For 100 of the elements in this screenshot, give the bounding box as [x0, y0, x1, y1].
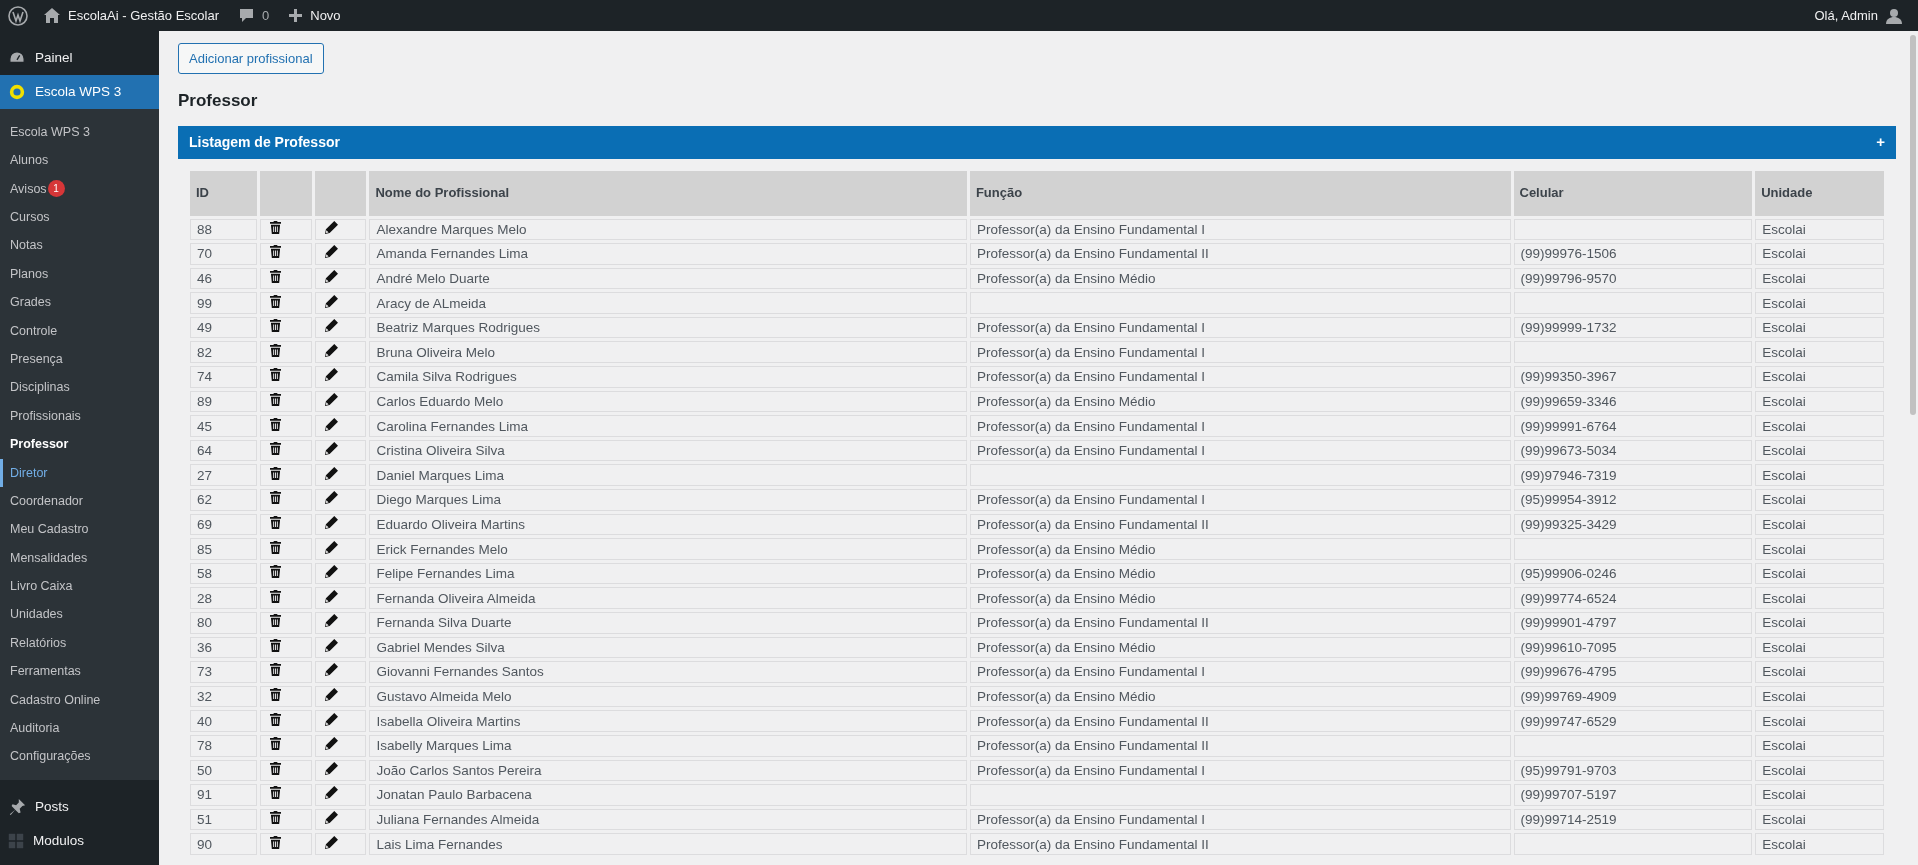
pencil-icon[interactable] [324, 761, 338, 775]
trash-icon[interactable] [270, 220, 282, 234]
pencil-icon[interactable] [324, 614, 338, 628]
pencil-icon[interactable] [324, 466, 338, 480]
expand-toggle[interactable]: + [1876, 130, 1885, 154]
pencil-icon[interactable] [324, 442, 338, 456]
pencil-icon[interactable] [324, 319, 338, 333]
pencil-icon[interactable] [324, 712, 338, 726]
plus-icon[interactable] [289, 9, 303, 22]
add-professional-button[interactable]: Adicionar profissional [178, 43, 324, 74]
trash-icon[interactable] [270, 392, 282, 406]
wordpress-logo-icon[interactable] [8, 5, 28, 26]
pencil-icon[interactable] [324, 811, 338, 825]
trash-icon[interactable] [270, 712, 282, 726]
pencil-icon[interactable] [324, 638, 338, 652]
trash-icon[interactable] [270, 786, 282, 800]
trash-icon[interactable] [270, 663, 282, 677]
table-cell: Escolai [1755, 661, 1884, 683]
pencil-icon[interactable] [324, 565, 338, 579]
table-cell: (99)99991-6764 [1513, 415, 1753, 437]
table-cell: Professor(a) da Ensino Fundamental II [969, 710, 1511, 732]
submenu-item[interactable]: Planos [0, 259, 159, 289]
pencil-icon[interactable] [324, 515, 338, 529]
table-cell: (99)99714-2519 [1513, 808, 1753, 831]
trash-icon[interactable] [270, 515, 282, 529]
submenu-item[interactable]: Presença [0, 345, 159, 374]
pencil-icon[interactable] [324, 688, 338, 702]
site-title-link[interactable]: EscolaAi - Gestão Escolar [68, 5, 219, 26]
submenu-item[interactable]: Escola WPS 3 [0, 118, 159, 147]
submenu-item[interactable]: Configurações [0, 742, 159, 771]
submenu-item[interactable]: Profissionais [0, 401, 159, 431]
submenu-item[interactable]: Cadastro Online [0, 685, 159, 715]
new-link[interactable]: Novo [310, 5, 341, 26]
trash-icon[interactable] [270, 589, 282, 603]
pencil-icon[interactable] [324, 417, 338, 431]
pencil-icon[interactable] [324, 220, 338, 234]
submenu-item[interactable]: Alunos [0, 146, 159, 175]
trash-icon[interactable] [270, 565, 282, 579]
sidebar-menu-item[interactable]: Posts [0, 790, 159, 824]
trash-icon[interactable] [270, 638, 282, 652]
trash-icon[interactable] [270, 737, 282, 751]
trash-icon[interactable] [270, 835, 282, 849]
submenu-item[interactable]: Grades [0, 288, 159, 317]
pencil-icon[interactable] [324, 786, 338, 800]
submenu-item[interactable]: Notas [0, 231, 159, 260]
table-cell: Escolai [1755, 243, 1884, 265]
pencil-icon[interactable] [324, 540, 338, 554]
submenu-item[interactable]: Unidades [0, 600, 159, 630]
sidebar-menu-item[interactable]: Escola WPS 3 [0, 75, 159, 109]
sidebar-menu-item[interactable]: Modulos [0, 824, 159, 858]
trash-icon[interactable] [270, 270, 282, 283]
trash-icon[interactable] [270, 417, 282, 431]
trash-icon[interactable] [270, 540, 282, 554]
pencil-icon[interactable] [324, 737, 338, 751]
pencil-icon[interactable] [324, 343, 338, 357]
trash-icon[interactable] [270, 811, 282, 825]
submenu-item[interactable]: Controle [0, 316, 159, 346]
pencil-icon[interactable] [324, 368, 338, 382]
submenu-item[interactable]: Disciplinas [0, 373, 159, 402]
table-cell: (99)99796-9570 [1513, 267, 1753, 290]
pencil-icon[interactable] [324, 835, 338, 849]
submenu-item[interactable]: Relatórios [0, 629, 159, 658]
trash-icon[interactable] [270, 614, 282, 628]
trash-icon[interactable] [270, 245, 282, 259]
submenu-item[interactable]: Cursos [0, 203, 159, 232]
submenu-item[interactable]: Meu Cadastro [0, 515, 159, 544]
greeting-link[interactable]: Olá, Admin [1814, 5, 1878, 26]
table-cell: 28 [190, 587, 258, 609]
trash-icon[interactable] [270, 368, 282, 382]
submenu-item[interactable]: Avisos 1 [0, 174, 159, 204]
trash-icon[interactable] [270, 491, 282, 505]
submenu-item[interactable]: Mensalidades [0, 543, 159, 573]
pencil-icon[interactable] [324, 392, 338, 406]
trash-icon[interactable] [270, 466, 282, 480]
comments-count[interactable]: 0 [262, 5, 270, 26]
submenu-item[interactable]: Auditoria [0, 714, 159, 743]
table-cell: (99)99676-4795 [1513, 661, 1753, 683]
pencil-icon[interactable] [324, 663, 338, 677]
submenu-item[interactable]: Ferramentas [0, 657, 159, 686]
scrollbar-thumb[interactable] [1910, 35, 1916, 415]
trash-icon[interactable] [270, 294, 282, 308]
submenu-item[interactable]: Professor [0, 430, 159, 459]
home-icon[interactable] [44, 8, 60, 23]
pencil-icon[interactable] [324, 491, 338, 505]
pencil-icon[interactable] [324, 270, 338, 283]
comment-icon[interactable] [239, 8, 254, 23]
pencil-icon[interactable] [324, 245, 338, 259]
trash-icon[interactable] [270, 442, 282, 456]
table-cell: 50 [190, 759, 258, 782]
sidebar-menu-item[interactable]: Painel [0, 41, 159, 75]
user-avatar-icon[interactable] [1886, 7, 1902, 24]
trash-icon[interactable] [270, 761, 282, 775]
trash-icon[interactable] [270, 688, 282, 702]
submenu-item[interactable]: Livro Caixa [0, 572, 159, 601]
pencil-icon[interactable] [324, 294, 338, 308]
trash-icon[interactable] [270, 319, 282, 333]
pencil-icon[interactable] [324, 589, 338, 603]
submenu-item[interactable]: Coordenador [0, 487, 159, 516]
submenu-item[interactable]: Diretor [0, 458, 159, 488]
trash-icon[interactable] [270, 343, 282, 357]
